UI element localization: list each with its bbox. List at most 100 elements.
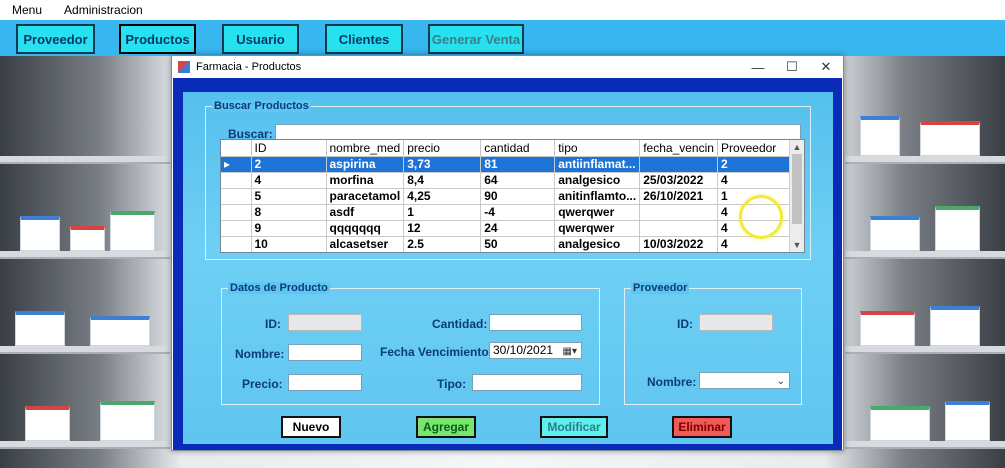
table-cell[interactable]: analgesico bbox=[554, 172, 641, 189]
clientes-button[interactable]: Clientes bbox=[325, 24, 403, 54]
table-row[interactable]: ▸ 2 aspirina 3,73 81 antiinflamat... 2 bbox=[221, 156, 792, 173]
precio-input[interactable] bbox=[288, 374, 362, 391]
table-cell[interactable]: 2.5 bbox=[403, 236, 482, 252]
generar-venta-button[interactable]: Generar Venta bbox=[428, 24, 524, 54]
table-cell[interactable]: 4 bbox=[717, 236, 792, 252]
table-cell[interactable]: 24 bbox=[480, 220, 556, 237]
row-selector[interactable] bbox=[221, 204, 252, 221]
table-cell[interactable]: 4 bbox=[251, 172, 327, 189]
cantidad-input[interactable] bbox=[489, 314, 582, 331]
table-cell[interactable]: 90 bbox=[480, 188, 556, 205]
proveedor-button[interactable]: Proveedor bbox=[16, 24, 95, 54]
table-cell[interactable]: 8,4 bbox=[403, 172, 482, 189]
medicine-box-decor bbox=[70, 226, 105, 251]
eliminar-button[interactable]: Eliminar bbox=[672, 416, 732, 438]
tipo-input[interactable] bbox=[472, 374, 582, 391]
row-selector[interactable]: ▸ bbox=[221, 156, 252, 173]
table-cell[interactable]: 10 bbox=[251, 236, 327, 252]
table-cell[interactable]: 4,25 bbox=[403, 188, 482, 205]
column-header-cantidad[interactable]: cantidad bbox=[480, 140, 556, 157]
column-header-id[interactable]: ID bbox=[251, 140, 327, 157]
table-cell[interactable]: asdf bbox=[326, 204, 405, 221]
column-header-nombre[interactable]: nombre_med bbox=[326, 140, 405, 157]
nuevo-button[interactable]: Nuevo bbox=[281, 416, 341, 438]
row-header-corner bbox=[221, 140, 252, 157]
table-cell[interactable]: 12 bbox=[403, 220, 482, 237]
producto-id-label: ID: bbox=[265, 317, 281, 331]
table-cell[interactable]: analgesico bbox=[554, 236, 641, 252]
table-cell[interactable]: 9 bbox=[251, 220, 327, 237]
shelf-decor bbox=[0, 156, 170, 164]
table-cell[interactable] bbox=[639, 220, 718, 237]
productos-table[interactable]: ID nombre_med precio cantidad tipo fecha… bbox=[220, 139, 805, 253]
table-cell[interactable]: 1 bbox=[403, 204, 482, 221]
column-header-proveedor[interactable]: Proveedor bbox=[717, 140, 792, 157]
buscar-input[interactable] bbox=[275, 124, 801, 140]
proveedor-nombre-label: Nombre: bbox=[647, 375, 697, 389]
table-cell[interactable]: antiinflamat... bbox=[554, 156, 641, 173]
modificar-button[interactable]: Modificar bbox=[540, 416, 608, 438]
shelf-decor bbox=[845, 346, 1005, 354]
table-cell[interactable]: 5 bbox=[251, 188, 327, 205]
row-selector[interactable] bbox=[221, 236, 252, 252]
table-cell[interactable]: 2 bbox=[717, 156, 792, 173]
table-cell[interactable]: 4 bbox=[717, 172, 792, 189]
column-header-precio[interactable]: precio bbox=[403, 140, 482, 157]
table-cell[interactable]: -4 bbox=[480, 204, 556, 221]
productos-button[interactable]: Productos bbox=[119, 24, 196, 54]
scroll-up-icon[interactable]: ▲ bbox=[790, 140, 804, 154]
row-selector[interactable] bbox=[221, 188, 252, 205]
table-row[interactable]: 5 paracetamol 4,25 90 anitinflamto... 26… bbox=[221, 188, 792, 205]
table-cell[interactable]: morfina bbox=[326, 172, 405, 189]
close-button[interactable]: ✕ bbox=[809, 59, 843, 75]
column-header-tipo[interactable]: tipo bbox=[554, 140, 641, 157]
table-row[interactable]: 4 morfina 8,4 64 analgesico 25/03/2022 4 bbox=[221, 172, 792, 189]
maximize-button[interactable]: ☐ bbox=[775, 59, 809, 75]
table-cell[interactable]: anitinflamto... bbox=[554, 188, 641, 205]
table-cell[interactable]: qwerqwer bbox=[554, 220, 641, 237]
proveedor-nombre-select[interactable]: ⌄ bbox=[699, 372, 790, 389]
table-cell[interactable] bbox=[639, 156, 718, 173]
minimize-button[interactable]: — bbox=[741, 60, 775, 75]
scroll-down-icon[interactable]: ▼ bbox=[790, 238, 804, 252]
row-selector[interactable] bbox=[221, 220, 252, 237]
scroll-thumb[interactable] bbox=[792, 154, 802, 224]
agregar-button[interactable]: Agregar bbox=[416, 416, 476, 438]
table-row[interactable]: 10 alcasetser 2.5 50 analgesico 10/03/20… bbox=[221, 236, 792, 252]
fecha-vencimiento-picker[interactable]: 30/10/2021 ▦▾ bbox=[489, 342, 582, 359]
menu-item-administracion[interactable]: Administracion bbox=[64, 3, 143, 17]
chevron-down-icon[interactable]: ⌄ bbox=[777, 374, 785, 389]
medicine-box-decor bbox=[90, 316, 150, 346]
row-selector[interactable] bbox=[221, 172, 252, 189]
medicine-box-decor bbox=[860, 311, 915, 346]
table-cell[interactable]: qwerqwer bbox=[554, 204, 641, 221]
table-cell[interactable]: alcasetser bbox=[326, 236, 405, 252]
table-cell[interactable]: 8 bbox=[251, 204, 327, 221]
dialog-client-frame: Buscar Productos Buscar: ID nombre_med p… bbox=[173, 78, 842, 450]
medicine-box-decor bbox=[945, 401, 990, 441]
table-cell[interactable]: 64 bbox=[480, 172, 556, 189]
calendar-dropdown-icon[interactable]: ▦▾ bbox=[563, 344, 577, 359]
productos-dialog: Farmacia - Productos — ☐ ✕ Buscar Produc… bbox=[171, 55, 844, 451]
dialog-content: Buscar Productos Buscar: ID nombre_med p… bbox=[183, 92, 833, 444]
shelf-decor bbox=[0, 441, 170, 449]
table-cell[interactable]: 25/03/2022 bbox=[639, 172, 718, 189]
table-vertical-scrollbar[interactable]: ▲ ▼ bbox=[789, 140, 804, 252]
table-cell[interactable]: 50 bbox=[480, 236, 556, 252]
table-row[interactable]: 9 qqqqqqq 12 24 qwerqwer 4 bbox=[221, 220, 792, 237]
usuario-button[interactable]: Usuario bbox=[222, 24, 299, 54]
table-cell[interactable]: 26/10/2021 bbox=[639, 188, 718, 205]
table-cell[interactable]: qqqqqqq bbox=[326, 220, 405, 237]
table-cell[interactable]: 10/03/2022 bbox=[639, 236, 718, 252]
table-row[interactable]: 8 asdf 1 -4 qwerqwer 4 bbox=[221, 204, 792, 221]
column-header-fecha[interactable]: fecha_vencin bbox=[639, 140, 718, 157]
table-cell[interactable]: aspirina bbox=[326, 156, 405, 173]
medicine-box-decor bbox=[920, 121, 980, 156]
nombre-input[interactable] bbox=[288, 344, 362, 361]
menu-item-menu[interactable]: Menu bbox=[12, 3, 42, 17]
table-cell[interactable]: 3,73 bbox=[403, 156, 482, 173]
table-cell[interactable]: 2 bbox=[251, 156, 327, 173]
table-cell[interactable] bbox=[639, 204, 718, 221]
table-cell[interactable]: 81 bbox=[480, 156, 556, 173]
table-cell[interactable]: paracetamol bbox=[326, 188, 405, 205]
